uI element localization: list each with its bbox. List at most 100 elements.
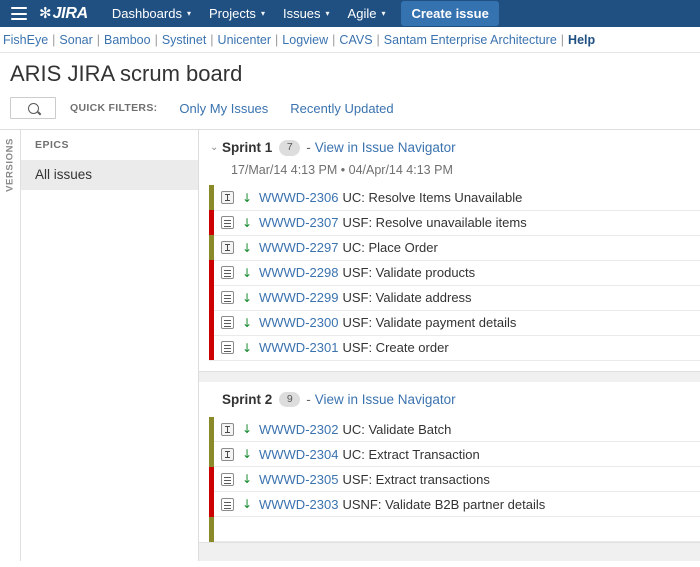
priority-down-icon: ↓: [241, 472, 253, 487]
search-input[interactable]: [10, 97, 56, 120]
view-in-issue-navigator-link[interactable]: View in Issue Navigator: [315, 140, 456, 155]
issue-summary: UC: Extract Transaction: [342, 446, 480, 462]
nav-item-agile[interactable]: Agile ▾: [340, 1, 394, 26]
link-separator: |: [96, 32, 101, 47]
priority-down-icon: ↓: [241, 290, 253, 305]
epic-color-bar: [209, 285, 214, 311]
create-issue-button[interactable]: Create issue: [401, 1, 499, 26]
issue-key-link[interactable]: WWWD-2306: [259, 190, 338, 205]
epic-color-bar: [209, 416, 214, 442]
link-logview[interactable]: Logview: [282, 33, 328, 47]
issue-row[interactable]: [209, 516, 700, 543]
issue-summary: UC: Place Order: [342, 240, 438, 256]
link-separator: |: [275, 32, 279, 47]
hamburger-menu-icon[interactable]: [11, 7, 27, 20]
board-body: VERSIONS EPICS All issues ⌄ Sprint 1 7 -…: [0, 129, 700, 562]
link-systinet[interactable]: Systinet: [162, 33, 206, 47]
issue-row[interactable]: ↓ WWWD-2297 UC: Place Order: [209, 235, 700, 261]
issue-summary: USNF: Validate B2B partner details: [342, 496, 546, 512]
issue-key-link[interactable]: WWWD-2297: [259, 240, 338, 255]
issue-summary: USF: Validate products: [342, 265, 476, 281]
issue-row[interactable]: ↓ WWWD-2305 USF: Extract transactions: [209, 466, 700, 493]
issue-type-use-case-icon: [221, 241, 234, 255]
link-cavs[interactable]: CAVS: [339, 33, 372, 47]
issue-summary: USF: Create order: [342, 340, 449, 356]
issue-type-story-icon: [221, 316, 234, 330]
view-in-issue-navigator-link[interactable]: View in Issue Navigator: [315, 392, 456, 407]
nav-item-issues[interactable]: Issues ▾: [275, 1, 338, 26]
issue-row[interactable]: ↓ WWWD-2301 USF: Create order: [209, 335, 700, 361]
search-icon: [27, 102, 39, 114]
issue-summary: USF: Validate address: [342, 290, 472, 306]
epic-color-bar: [209, 491, 214, 517]
link-separator: |: [154, 32, 158, 47]
sprint-collapse-chevron-icon[interactable]: ⌄: [210, 142, 222, 153]
issue-key-link[interactable]: WWWD-2303: [259, 497, 338, 512]
quick-filter-only-my-issues[interactable]: Only My Issues: [179, 101, 268, 116]
issue-key-link[interactable]: WWWD-2299: [259, 290, 338, 305]
sprint-name: Sprint 1: [222, 140, 273, 156]
sprint-name: Sprint 2: [222, 392, 273, 408]
nav-item-dashboards[interactable]: Dashboards ▾: [104, 1, 199, 26]
issue-key-link[interactable]: WWWD-2302: [259, 422, 338, 437]
epics-panel: EPICS All issues: [21, 130, 199, 562]
epics-panel-header: EPICS: [35, 139, 70, 152]
link-bamboo[interactable]: Bamboo: [104, 33, 151, 47]
versions-rail[interactable]: VERSIONS: [0, 130, 21, 562]
issue-summary: UC: Validate Batch: [342, 421, 452, 437]
issue-key-link[interactable]: WWWD-2298: [259, 265, 338, 280]
priority-down-icon: ↓: [241, 265, 253, 280]
issue-key-link[interactable]: WWWD-2307: [259, 215, 338, 230]
nav-item-projects[interactable]: Projects ▾: [201, 1, 273, 26]
jira-logo-mark: ✻: [39, 4, 52, 22]
nav-item-agile-label: Agile: [347, 6, 377, 21]
nav-item-projects-label: Projects: [208, 6, 256, 21]
issue-row[interactable]: ↓ WWWD-2306 UC: Resolve Items Unavailabl…: [209, 185, 700, 211]
link-fisheye[interactable]: FishEye: [3, 33, 48, 47]
link-separator: |: [376, 32, 380, 47]
issue-summary: USF: Validate payment details: [342, 315, 517, 331]
priority-down-icon: ↓: [241, 190, 253, 205]
link-santam-enterprise-architecture[interactable]: Santam Enterprise Architecture: [384, 33, 557, 47]
sprint-dates: [209, 407, 700, 417]
issue-key-link[interactable]: WWWD-2305: [259, 472, 338, 487]
nav-item-issues-label: Issues: [282, 6, 321, 21]
issue-key-link[interactable]: WWWD-2300: [259, 315, 338, 330]
versions-rail-label: VERSIONS: [4, 138, 16, 193]
chevron-down-icon: ▾: [325, 8, 330, 18]
priority-down-icon: ↓: [241, 215, 253, 230]
top-navigation-bar: ✻ JIRA Dashboards ▾ Projects ▾ Issues ▾ …: [0, 0, 700, 27]
issue-key-link[interactable]: WWWD-2301: [259, 340, 338, 355]
issue-row[interactable]: ↓ WWWD-2298 USF: Validate products: [209, 260, 700, 286]
link-unicenter[interactable]: Unicenter: [218, 33, 272, 47]
issue-type-story-icon: [221, 497, 234, 511]
issue-row[interactable]: ↓ WWWD-2307 USF: Resolve unavailable ite…: [209, 210, 700, 236]
issue-summary: USF: Resolve unavailable items: [342, 215, 527, 231]
jira-logo-text: JIRA: [52, 4, 89, 22]
nav-item-dashboards-label: Dashboards: [111, 6, 182, 21]
issue-row[interactable]: ↓ WWWD-2300 USF: Validate payment detail…: [209, 310, 700, 336]
link-separator: |: [332, 32, 336, 47]
quick-filter-recently-updated[interactable]: Recently Updated: [290, 101, 393, 116]
issue-type-story-icon: [221, 472, 234, 486]
jira-logo[interactable]: ✻ JIRA: [39, 5, 88, 23]
issue-type-use-case-icon: [221, 191, 234, 205]
epic-item-label: All issues: [35, 167, 93, 183]
epic-item-all-issues[interactable]: All issues: [21, 160, 198, 191]
issue-type-story-icon: [221, 266, 234, 280]
issue-key-link[interactable]: WWWD-2304: [259, 447, 338, 462]
issue-type-story-icon: [221, 341, 234, 355]
link-help[interactable]: Help: [568, 33, 595, 47]
sprint-footer-spacer: [199, 361, 700, 371]
epic-color-bar: [209, 235, 214, 261]
issue-summary: USF: Extract transactions: [342, 471, 490, 487]
link-sonar[interactable]: Sonar: [59, 33, 92, 47]
sprint-list: ⌄ Sprint 1 7 - View in Issue Navigator 1…: [199, 130, 700, 562]
issue-row[interactable]: ↓ WWWD-2299 USF: Validate address: [209, 285, 700, 311]
issue-row[interactable]: ↓ WWWD-2302 UC: Validate Batch: [209, 416, 700, 443]
issue-row[interactable]: ↓ WWWD-2304 UC: Extract Transaction: [209, 441, 700, 468]
link-separator: |: [210, 32, 214, 47]
issue-row[interactable]: ↓ WWWD-2303 USNF: Validate B2B partner d…: [209, 491, 700, 518]
sprint-header: ⌄ Sprint 1 7 - View in Issue Navigator 1…: [199, 130, 700, 186]
link-separator: |: [560, 32, 565, 47]
